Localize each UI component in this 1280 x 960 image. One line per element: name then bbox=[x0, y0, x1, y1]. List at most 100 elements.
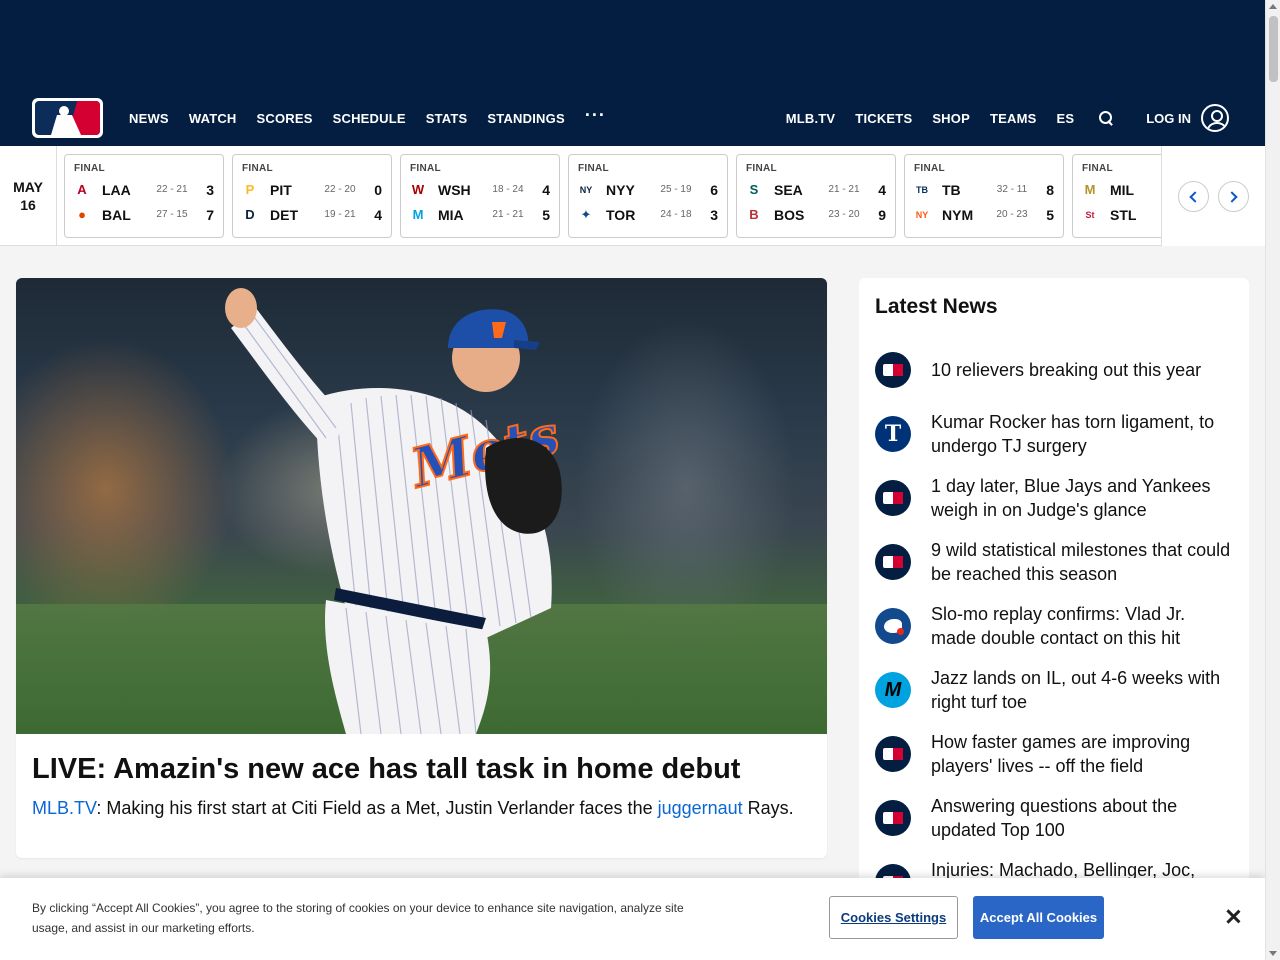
pirates-logo-icon: P bbox=[245, 182, 255, 197]
nav-item-news[interactable]: NEWS bbox=[129, 111, 169, 126]
game-card[interactable]: FINAL P PIT 22 - 20 0 D DET 19 - 21 4 bbox=[232, 154, 392, 238]
nav-item-stats[interactable]: STATS bbox=[426, 111, 468, 126]
game-card[interactable]: FINAL TB TB 32 - 11 8 NY NYM 20 - 23 5 bbox=[904, 154, 1064, 238]
team-abbr: BOS bbox=[774, 206, 805, 223]
hero-headline[interactable]: LIVE: Amazin's new ace has tall task in … bbox=[32, 752, 811, 786]
news-headline[interactable]: Jazz lands on IL, out 4-6 weeks with rig… bbox=[931, 666, 1233, 714]
team-abbr: MIA bbox=[438, 206, 464, 223]
news-headline[interactable]: 10 relievers breaking out this year bbox=[931, 358, 1201, 382]
team-record: 2 bbox=[1154, 184, 1161, 195]
mlb-logo-icon bbox=[875, 544, 911, 580]
hero-description: MLB.TV: Making his first start at Citi F… bbox=[32, 796, 811, 820]
scroll-down-icon[interactable] bbox=[1269, 951, 1277, 956]
news-item[interactable]: M Jazz lands on IL, out 4-6 weeks with ri… bbox=[875, 658, 1233, 722]
team-record: 18 - 24 bbox=[492, 184, 524, 195]
mets-logo-icon: NY bbox=[915, 209, 929, 220]
mlb-logo-icon[interactable] bbox=[32, 98, 103, 138]
hero-desc-text-2: Rays. bbox=[742, 798, 794, 818]
team-record: 27 - 15 bbox=[156, 209, 188, 220]
accept-all-cookies-button[interactable]: Accept All Cookies bbox=[973, 896, 1104, 939]
juggernaut-link[interactable]: juggernaut bbox=[658, 798, 743, 818]
team-score: 4 bbox=[878, 181, 886, 198]
scores-date-month: MAY bbox=[13, 179, 43, 195]
nav-item-scores[interactable]: SCORES bbox=[257, 111, 313, 126]
nav-right-group: MLB.TV TICKETS SHOP TEAMS ES LOG IN bbox=[766, 90, 1229, 146]
team-row-away: S SEA 21 - 21 4 bbox=[746, 177, 886, 202]
news-headline[interactable]: Slo-mo replay confirms: Vlad Jr. made do… bbox=[931, 602, 1233, 650]
team-record: 25 - 19 bbox=[660, 184, 692, 195]
team-score: 9 bbox=[878, 206, 886, 223]
game-card[interactable]: FINAL M MIL 2 St STL 1 bbox=[1072, 154, 1161, 238]
game-card[interactable]: FINAL A LAA 22 - 21 3 ● BAL 27 - 15 7 bbox=[64, 154, 224, 238]
game-card[interactable]: FINAL NY NYY 25 - 19 6 ✦ TOR 24 - 18 3 bbox=[568, 154, 728, 238]
hero-image[interactable]: Mets bbox=[16, 278, 827, 734]
team-row-home: St STL 1 bbox=[1082, 202, 1161, 227]
team-abbr: BAL bbox=[102, 206, 131, 223]
chevron-right-icon bbox=[1226, 191, 1238, 203]
team-row-away: A LAA 22 - 21 3 bbox=[74, 177, 214, 202]
team-abbr: NYY bbox=[606, 181, 635, 198]
team-score: 3 bbox=[710, 206, 718, 223]
cardinals-logo-icon: St bbox=[1085, 209, 1095, 220]
news-item[interactable]: T Kumar Rocker has torn ligament, to unde… bbox=[875, 402, 1233, 466]
team-score: 6 bbox=[710, 181, 718, 198]
news-item[interactable]: Answering questions about the updated To… bbox=[875, 786, 1233, 850]
nav-item-standings[interactable]: STANDINGS bbox=[487, 111, 564, 126]
game-card[interactable]: FINAL W WSH 18 - 24 4 M MIA 21 - 21 5 bbox=[400, 154, 560, 238]
team-row-away: W WSH 18 - 24 4 bbox=[410, 177, 550, 202]
mlb-logo-icon bbox=[875, 480, 911, 516]
login-button[interactable]: LOG IN bbox=[1146, 111, 1191, 126]
news-item[interactable]: 1 day later, Blue Jays and Yankees weigh… bbox=[875, 466, 1233, 530]
team-abbr: NYM bbox=[942, 206, 974, 223]
nav-item-es[interactable]: ES bbox=[1056, 111, 1074, 126]
team-record: 32 - 11 bbox=[996, 184, 1028, 195]
hero-body: LIVE: Amazin's new ace has tall task in … bbox=[16, 734, 827, 820]
bluejays-logo-icon: ✦ bbox=[580, 206, 592, 222]
game-status: FINAL bbox=[578, 163, 609, 174]
scores-date[interactable]: MAY 16 bbox=[0, 146, 57, 246]
news-headline[interactable]: Kumar Rocker has torn ligament, to under… bbox=[931, 410, 1233, 458]
game-status: FINAL bbox=[746, 163, 777, 174]
scrollbar-thumb[interactable] bbox=[1269, 16, 1278, 82]
team-row-away: TB TB 32 - 11 8 bbox=[914, 177, 1054, 202]
close-icon[interactable] bbox=[1222, 906, 1244, 928]
news-headline[interactable]: 9 wild statistical milestones that could… bbox=[931, 538, 1233, 586]
news-headline[interactable]: Answering questions about the updated To… bbox=[931, 794, 1233, 842]
nationals-logo-icon: W bbox=[411, 182, 425, 197]
team-record: 20 - 23 bbox=[996, 209, 1028, 220]
rays-logo-icon: TB bbox=[916, 184, 928, 195]
news-item[interactable]: 10 relievers breaking out this year bbox=[875, 338, 1233, 402]
team-score: 5 bbox=[542, 206, 550, 223]
scores-nav bbox=[1161, 146, 1265, 246]
news-headline[interactable]: How faster games are improving players' … bbox=[931, 730, 1233, 778]
account-icon[interactable] bbox=[1201, 104, 1229, 132]
news-headline[interactable]: 1 day later, Blue Jays and Yankees weigh… bbox=[931, 474, 1233, 522]
game-status: FINAL bbox=[1082, 163, 1113, 174]
nav-item-tickets[interactable]: TICKETS bbox=[855, 111, 912, 126]
scores-prev-button[interactable] bbox=[1178, 181, 1209, 212]
news-item[interactable]: Slo-mo replay confirms: Vlad Jr. made do… bbox=[875, 594, 1233, 658]
scores-strip: MAY 16 FINAL A LAA 22 - 21 3 ● BAL 27 - 15 7 FINA… bbox=[0, 146, 1265, 246]
hero-card[interactable]: Mets LIVE: Amazin's new ace has tall tas… bbox=[16, 278, 827, 858]
nav-item-mlbtv[interactable]: MLB.TV bbox=[786, 111, 836, 126]
mlbtv-link[interactable]: MLB.TV bbox=[32, 798, 96, 818]
nav-item-watch[interactable]: WATCH bbox=[189, 111, 237, 126]
game-card[interactable]: FINAL S SEA 21 - 21 4 B BOS 23 - 20 9 bbox=[736, 154, 896, 238]
more-menu-icon[interactable]: ··· bbox=[585, 105, 606, 126]
page-scrollbar[interactable] bbox=[1265, 0, 1280, 960]
news-item[interactable]: How faster games are improving players' … bbox=[875, 722, 1233, 786]
nav-item-schedule[interactable]: SCHEDULE bbox=[333, 111, 406, 126]
cookies-settings-button[interactable]: Cookies Settings bbox=[829, 896, 958, 939]
search-icon[interactable] bbox=[1098, 110, 1114, 126]
scroll-up-icon[interactable] bbox=[1269, 4, 1277, 9]
game-status: FINAL bbox=[242, 163, 273, 174]
angels-logo-icon: A bbox=[77, 182, 87, 197]
games-viewport: FINAL A LAA 22 - 21 3 ● BAL 27 - 15 7 FINAL P PIT 22… bbox=[64, 154, 1161, 238]
scores-next-button[interactable] bbox=[1218, 181, 1249, 212]
news-item[interactable]: 9 wild statistical milestones that could… bbox=[875, 530, 1233, 594]
team-abbr: MIL bbox=[1110, 181, 1135, 198]
team-abbr: TB bbox=[942, 181, 961, 198]
mariners-logo-icon: S bbox=[749, 182, 759, 197]
nav-item-shop[interactable]: SHOP bbox=[932, 111, 970, 126]
nav-item-teams[interactable]: TEAMS bbox=[990, 111, 1037, 126]
